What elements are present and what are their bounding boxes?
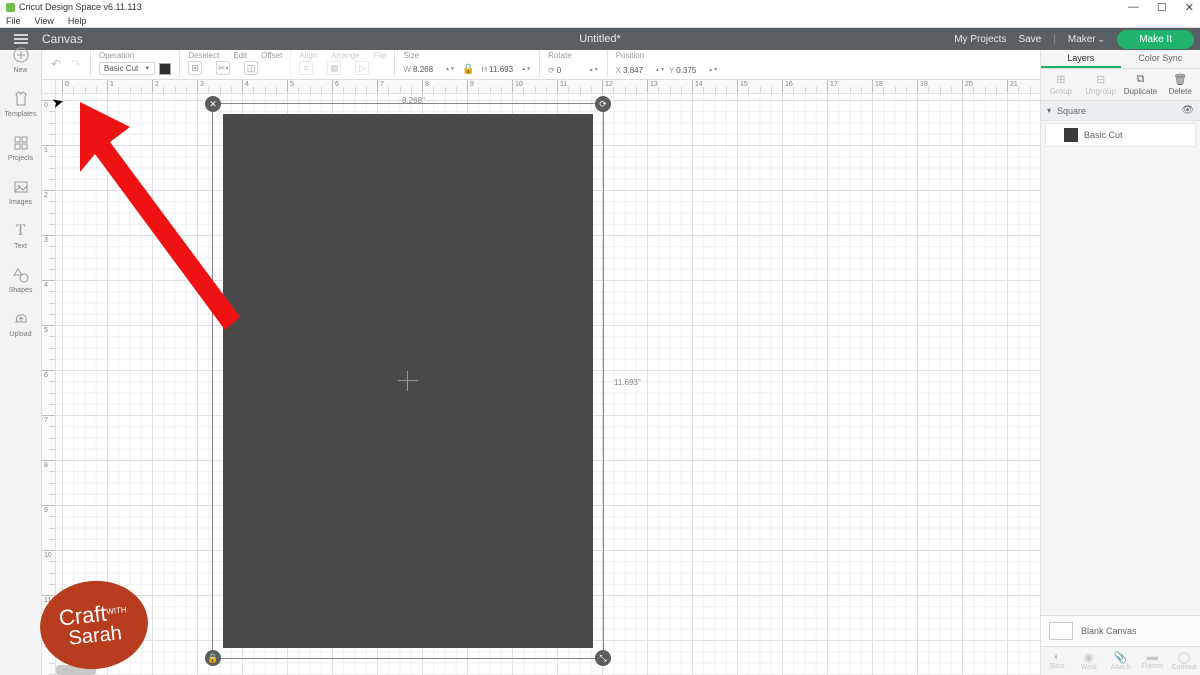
height-input[interactable]: H11.693▲▼: [481, 65, 531, 74]
position-x-input[interactable]: X3.847▲▼: [616, 66, 665, 75]
menu-view[interactable]: View: [35, 16, 54, 26]
ungroup-button: ⊟Ungroup: [1081, 69, 1121, 100]
sidebar-item-text[interactable]: T Text: [0, 214, 42, 258]
window-controls: — ☐ ✕: [1128, 1, 1194, 14]
chevron-down-icon: ▼: [144, 66, 150, 72]
lock-icon[interactable]: 🔒: [459, 64, 477, 75]
arrange-button: ▦: [327, 61, 341, 75]
lock-handle[interactable]: 🔒: [205, 650, 221, 666]
attach-button: 📎Attach: [1105, 647, 1137, 675]
menu-file[interactable]: File: [6, 16, 21, 26]
app-icon: [6, 3, 15, 12]
shapes-icon: [12, 266, 30, 284]
delete-button[interactable]: 🗑Delete: [1160, 69, 1200, 100]
duplicate-button[interactable]: ⧉Duplicate: [1121, 69, 1161, 100]
undo-redo: ↶ ↷: [42, 50, 90, 77]
edit-button[interactable]: ✂▾: [216, 61, 230, 75]
right-panel: Layers Color Sync ⊞Group ⊟Ungroup ⧉Dupli…: [1040, 50, 1200, 675]
weld-button: ◉Weld: [1073, 647, 1105, 675]
deselect-button[interactable]: ⊞: [188, 61, 202, 75]
menubar: File View Help: [0, 14, 1200, 28]
panel-tabs: Layers Color Sync: [1041, 50, 1200, 69]
height-dimension-label: 11.693": [614, 378, 641, 387]
upload-icon: [12, 310, 30, 328]
sidebar-item-new[interactable]: New: [0, 38, 42, 82]
flip-button: ▷: [355, 61, 369, 75]
my-projects-link[interactable]: My Projects: [954, 34, 1006, 45]
grid-icon: [12, 134, 30, 152]
sidebar-item-templates[interactable]: Templates: [0, 82, 42, 126]
width-input[interactable]: W8.268▲▼: [403, 65, 454, 74]
layers-toolbar: ⊞Group ⊟Ungroup ⧉Duplicate 🗑Delete: [1041, 69, 1200, 101]
tab-layers[interactable]: Layers: [1041, 50, 1121, 68]
sidebar-item-projects[interactable]: Projects: [0, 126, 42, 170]
contour-button: ◯Contour: [1168, 647, 1200, 675]
edit-group: Deselect Edit Offset ⊞ ✂▾ ◫: [179, 50, 290, 77]
sidebar-item-images[interactable]: Images: [0, 170, 42, 214]
position-group: Position X3.847▲▼ Y0.375▲▼: [607, 50, 727, 77]
center-crosshair: [398, 371, 418, 391]
resize-handle[interactable]: ⤡: [595, 650, 611, 666]
slice-button: ◐Slice: [1041, 647, 1073, 675]
canvas-area[interactable]: 0123456789101112131415161718192021 01234…: [42, 80, 1040, 675]
text-icon: T: [12, 222, 30, 240]
rotate-group: Rotate ⟳0▲▼: [539, 50, 607, 77]
rotate-input[interactable]: ⟳0▲▼: [548, 66, 599, 75]
minimize-button[interactable]: —: [1128, 1, 1139, 14]
left-sidebar: New Templates Projects Images T Text Sha…: [0, 50, 42, 675]
visibility-icon[interactable]: 👁: [1181, 105, 1194, 116]
canvas-label: Canvas: [42, 32, 83, 46]
main-header: Canvas Untitled* My Projects Save | Make…: [0, 28, 1200, 50]
redo-icon[interactable]: ↷: [71, 57, 81, 71]
ruler-corner: [42, 80, 56, 94]
canvas-color-swatch[interactable]: [1049, 622, 1073, 640]
ruler-horizontal: 0123456789101112131415161718192021: [56, 80, 1040, 94]
shirt-icon: [12, 90, 30, 108]
image-icon: [12, 178, 30, 196]
close-button[interactable]: ✕: [1185, 1, 1194, 14]
titlebar: Cricut Design Space v6.11.113 — ☐ ✕: [0, 0, 1200, 14]
save-button[interactable]: Save: [1018, 34, 1041, 45]
sidebar-item-upload[interactable]: Upload: [0, 302, 42, 346]
window-title: Cricut Design Space v6.11.113: [19, 2, 142, 12]
delete-handle[interactable]: ✕: [205, 96, 221, 112]
layer-row-square[interactable]: ▾ Square 👁: [1041, 101, 1200, 121]
tab-colorsync[interactable]: Color Sync: [1121, 50, 1200, 68]
flatten-button: ▬Flatten: [1136, 647, 1168, 675]
maximize-button[interactable]: ☐: [1157, 1, 1167, 14]
width-dimension-label: 8.268": [402, 96, 425, 105]
operation-group: Operation Basic Cut▼: [90, 50, 179, 77]
position-y-input[interactable]: Y0.375▲▼: [669, 66, 718, 75]
make-it-button[interactable]: Make It: [1117, 30, 1194, 49]
chevron-down-icon: ⌄: [1098, 34, 1106, 44]
sidebar-item-shapes[interactable]: Shapes: [0, 258, 42, 302]
arrange-group: Align Arrange Flip ≡ ▦ ▷: [290, 50, 394, 77]
options-bar: ↶ ↷ Operation Basic Cut▼ Deselect Edit O…: [0, 50, 1200, 80]
body: New Templates Projects Images T Text Sha…: [0, 80, 1200, 675]
twisty-icon[interactable]: ▾: [1047, 106, 1051, 115]
layer-swatch: [1064, 128, 1078, 142]
ruler-vertical: 0123456789101112: [42, 94, 56, 675]
plus-circle-icon: [12, 46, 30, 64]
color-swatch[interactable]: [159, 63, 171, 75]
document-title: Untitled*: [579, 33, 621, 45]
machine-selector[interactable]: Maker⌄: [1068, 34, 1105, 45]
align-button: ≡: [299, 61, 313, 75]
menu-help[interactable]: Help: [68, 16, 87, 26]
operation-dropdown[interactable]: Basic Cut▼: [99, 62, 155, 75]
size-group: Size W8.268▲▼ 🔒 H11.693▲▼: [394, 50, 539, 77]
canvas-color-row[interactable]: Blank Canvas: [1041, 615, 1200, 646]
undo-icon[interactable]: ↶: [51, 57, 61, 71]
rotate-handle[interactable]: ⟳: [595, 96, 611, 112]
group-button: ⊞Group: [1041, 69, 1081, 100]
separator: |: [1053, 34, 1056, 45]
bottom-toolbar: ◐Slice ◉Weld 📎Attach ▬Flatten ◯Contour: [1041, 646, 1200, 675]
selection-bounds[interactable]: ✕ ⟳ 🔒 ⤡: [212, 103, 604, 659]
offset-button[interactable]: ◫: [244, 61, 258, 75]
layer-sublayer[interactable]: Basic Cut: [1045, 123, 1196, 147]
